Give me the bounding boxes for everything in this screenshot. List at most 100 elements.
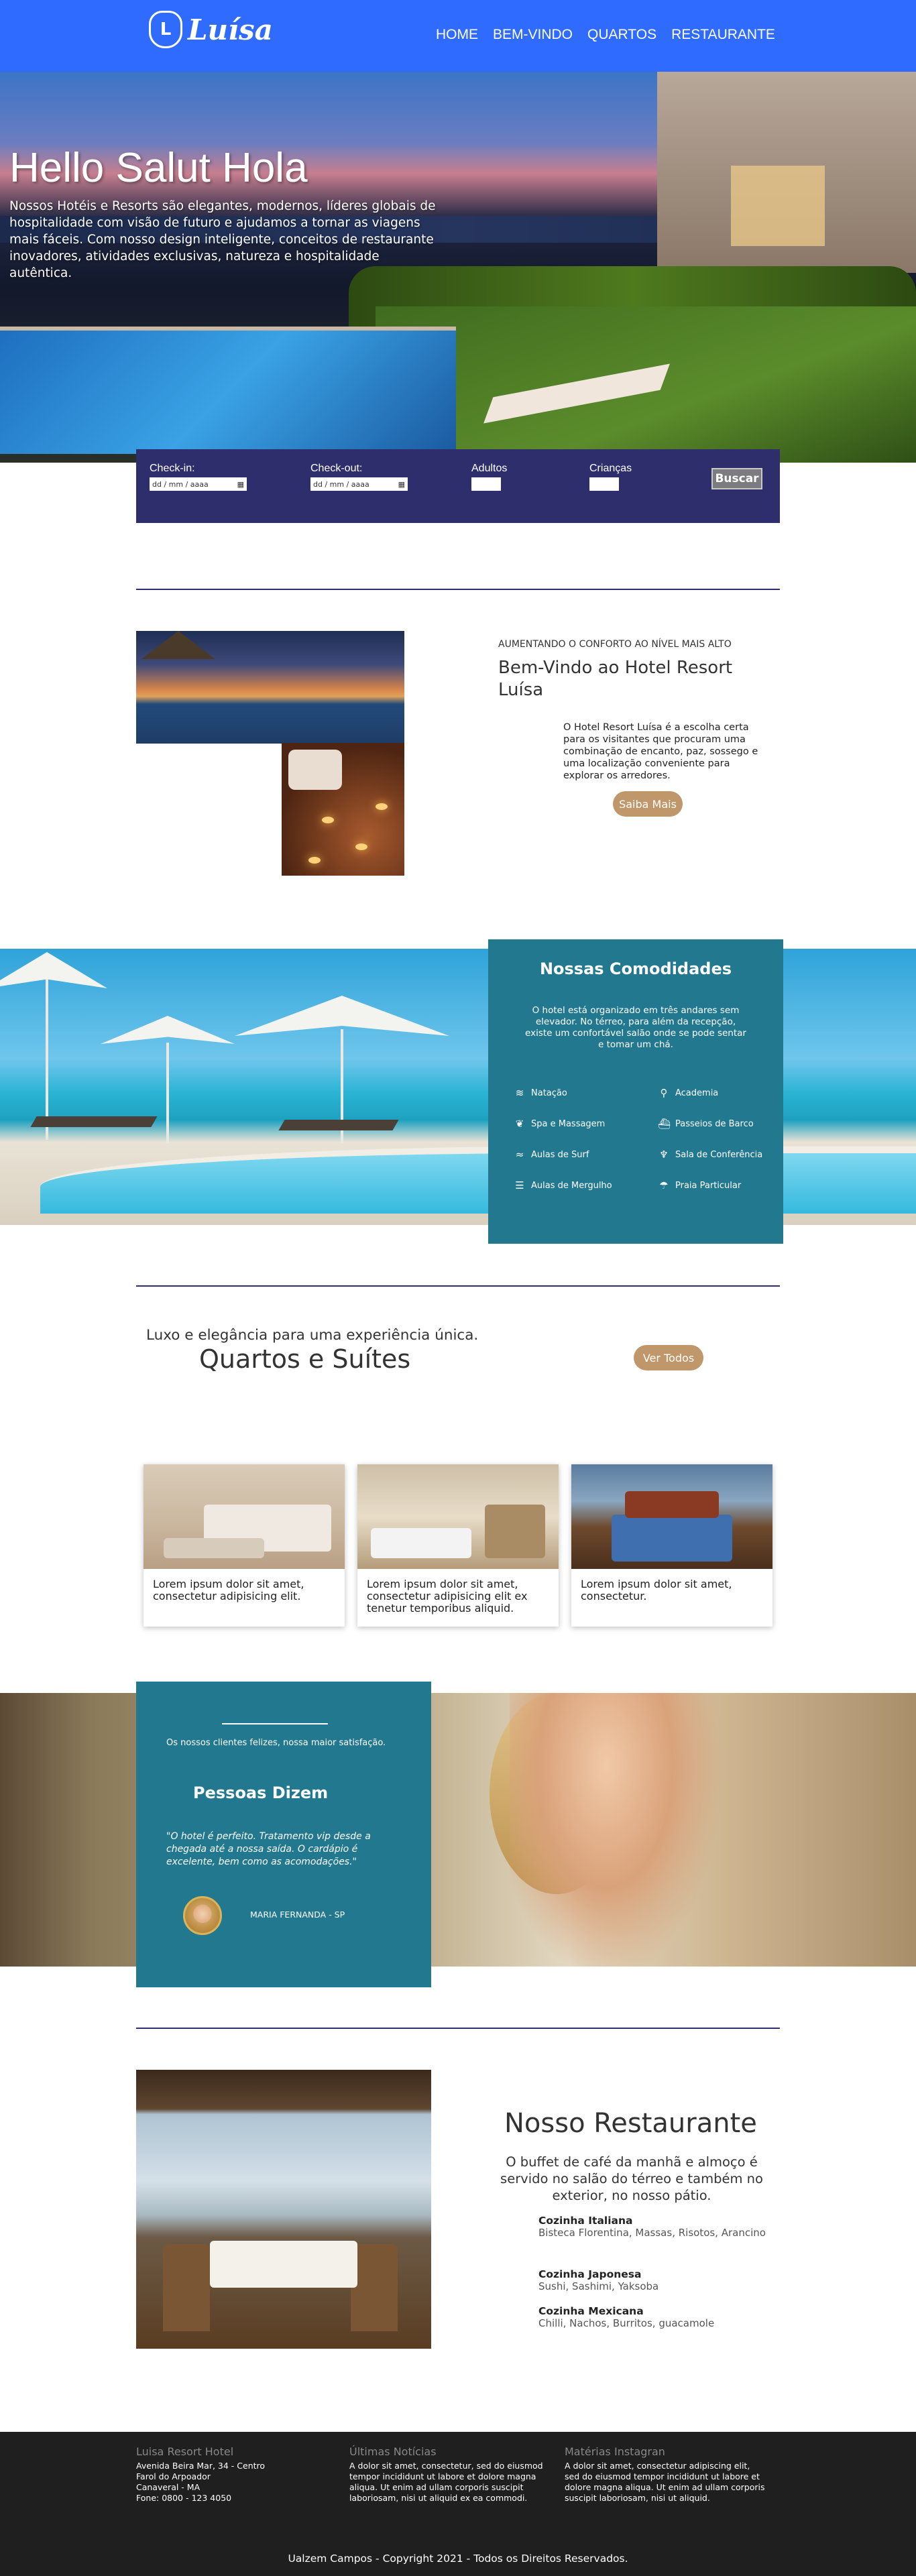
hero-title: Hello Salut Hola — [9, 145, 308, 191]
restaurant-lead: O buffet de café da manhã e almoço é ser… — [500, 2154, 763, 2203]
calendar-icon[interactable]: ▦ — [237, 480, 244, 489]
testimonial-divider — [222, 1723, 328, 1724]
calendar-icon[interactable]: ▦ — [398, 480, 405, 489]
bus-icon: ⛴ — [658, 1118, 671, 1130]
checkout-input[interactable]: dd / mm / aaaa ▦ — [310, 477, 408, 491]
checkout-label: Check-out: — [310, 463, 363, 474]
testimonial-quote: "O hotel é perfeito. Tratamento vip desd… — [166, 1831, 371, 1867]
room-wardrobe — [485, 1505, 545, 1558]
top-navbar: L Luísa HOME BEM-VINDO QUARTOS RESTAURAN… — [0, 0, 916, 72]
testimonial-kicker: Os nossos clientes felizes, nossa maior … — [166, 1738, 386, 1748]
nav-quartos[interactable]: QUARTOS — [587, 27, 656, 43]
amenity-label: Praia Particular — [675, 1180, 742, 1191]
hero-text: Nossos Hotéis e Resorts são elegantes, m… — [9, 199, 436, 280]
ver-todos-button[interactable]: Ver Todos — [634, 1345, 703, 1370]
testimonial-author: MARIA FERNANDA - SP — [250, 1910, 345, 1920]
children-label: Crianças — [589, 463, 632, 474]
footer-address-line: Farol do Arpoador — [136, 2471, 211, 2481]
amenity-conferencia: ♆ Sala de Conferência — [658, 1149, 762, 1161]
restaurant-photo — [136, 2070, 431, 2349]
checkout-field: Check-out: dd / mm / aaaa ▦ — [310, 463, 408, 491]
microphone-icon: ♆ — [659, 1149, 669, 1161]
room-card[interactable]: Lorem ipsum dolor sit amet, consectetur … — [357, 1464, 559, 1627]
room-card[interactable]: Lorem ipsum dolor sit amet, consectetur. — [571, 1464, 772, 1627]
footer-news: Últimas Notícias A dolor sit amet, conse… — [349, 2445, 551, 2504]
room-photo — [571, 1464, 772, 1569]
cuisine-japonesa: Cozinha Japonesa Sushi, Sashimi, Yaksoba — [538, 2268, 780, 2293]
saiba-mais-button[interactable]: Saiba Mais — [613, 791, 683, 817]
main-menu: HOME BEM-VINDO QUARTOS RESTAURANTE — [436, 27, 775, 43]
room-bench — [164, 1538, 264, 1558]
footer-instagram: Matérias Instagran A dolor sit amet, con… — [565, 2445, 766, 2504]
room-description: Lorem ipsum dolor sit amet, consectetur. — [581, 1578, 732, 1602]
amenity-label: Spa e Massagem — [531, 1118, 606, 1129]
umbrella-beach-icon: ☂ — [659, 1179, 669, 1191]
rooms-subtitle: Luxo e elegância para uma experiência ún… — [146, 1327, 479, 1344]
footer-address-line: Canaveral - MA — [136, 2482, 201, 2492]
logo[interactable]: L Luísa — [149, 11, 273, 48]
checkin-input[interactable]: dd / mm / aaaa ▦ — [150, 477, 247, 491]
hero-window — [731, 166, 825, 246]
adults-input[interactable] — [471, 477, 501, 491]
amenity-academia: ⚲ Academia — [658, 1087, 719, 1099]
beach-lounger — [278, 1120, 399, 1130]
checkin-placeholder: dd / mm / aaaa — [152, 479, 209, 489]
booking-form: Check-in: dd / mm / aaaa ▦ Check-out: dd… — [136, 449, 780, 523]
diving-icon: ☰ — [515, 1179, 524, 1191]
dumbbell-icon: ⚲ — [660, 1087, 668, 1099]
spa-photo — [282, 743, 404, 876]
footer-phone: Fone: 0800 - 123 4050 — [136, 2493, 232, 2503]
welcome-title: Bem-Vindo ao Hotel Resort Luísa — [498, 658, 733, 700]
spa-icon: ❦ — [515, 1118, 524, 1130]
nav-home[interactable]: HOME — [436, 27, 478, 43]
room-bed — [612, 1515, 732, 1562]
spa-candle — [322, 817, 334, 823]
amenity-praia: ☂ Praia Particular — [658, 1179, 741, 1191]
restaurant-chair — [351, 2244, 398, 2331]
avatar — [183, 1896, 222, 1935]
amenities-panel: Nossas Comodidades O hotel está organiza… — [488, 939, 783, 1244]
adults-field: Adultos — [471, 463, 507, 491]
children-field: Crianças — [589, 463, 632, 491]
section-divider — [136, 589, 780, 590]
logo-text: Luísa — [188, 13, 273, 46]
restaurant-chair — [163, 2244, 210, 2331]
footer-col-title: Últimas Notícias — [349, 2445, 437, 2458]
checkin-field: Check-in: dd / mm / aaaa ▦ — [150, 463, 247, 491]
cuisine-dishes: Sushi, Sashimi, Yaksoba — [538, 2280, 659, 2292]
welcome-text: O Hotel Resort Luísa é a escolha certa p… — [563, 722, 758, 781]
amenity-label: Sala de Conferência — [675, 1149, 763, 1160]
amenity-spa: ❦ Spa e Massagem — [514, 1118, 606, 1130]
footer-col-title: Matérias Instagran — [565, 2445, 665, 2458]
swimmer-icon: ≋ — [515, 1087, 524, 1099]
hero-pool — [0, 327, 456, 454]
room-bed — [371, 1528, 471, 1558]
amenity-passeios: ⛴ Passeios de Barco — [658, 1118, 754, 1130]
woman-figure — [510, 1693, 724, 1967]
hero-banner: Hello Salut Hola Nossos Hotéis e Resorts… — [0, 72, 916, 463]
checkout-placeholder: dd / mm / aaaa — [313, 479, 369, 489]
hero-house — [657, 72, 916, 273]
nav-bem-vindo[interactable]: BEM-VINDO — [493, 27, 573, 43]
amenity-natacao: ≋ Natação — [514, 1087, 567, 1099]
footer: Luisa Resort Hotel Avenida Beira Mar, 34… — [0, 2432, 916, 2576]
amenity-surf: ≈ Aulas de Surf — [514, 1149, 589, 1161]
room-description: Lorem ipsum dolor sit amet, consectetur … — [367, 1578, 528, 1615]
cuisine-name: Cozinha Italiana — [538, 2215, 633, 2227]
restaurant-title: Nosso Restaurante — [504, 2108, 757, 2139]
section-divider — [136, 1285, 780, 1287]
children-input[interactable] — [589, 477, 619, 491]
search-button[interactable]: Buscar — [711, 468, 762, 489]
nav-restaurante[interactable]: RESTAURANTE — [671, 27, 775, 43]
section-divider — [136, 2028, 780, 2029]
amenity-label: Aulas de Surf — [531, 1149, 589, 1160]
footer-instagram-text: A dolor sit amet, consectetur adipiscing… — [565, 2461, 765, 2503]
umbrella-pole — [46, 979, 48, 1140]
room-card[interactable]: Lorem ipsum dolor sit amet, consectetur … — [144, 1464, 345, 1627]
umbrella-pole — [166, 1043, 169, 1143]
amenity-mergulho: ☰ Aulas de Mergulho — [514, 1179, 612, 1191]
checkin-label: Check-in: — [150, 463, 195, 474]
cuisine-italiana: Cozinha Italiana Bisteca Florentina, Mas… — [538, 2215, 780, 2239]
amenity-label: Academia — [675, 1088, 719, 1098]
beach-lounger — [30, 1116, 158, 1127]
